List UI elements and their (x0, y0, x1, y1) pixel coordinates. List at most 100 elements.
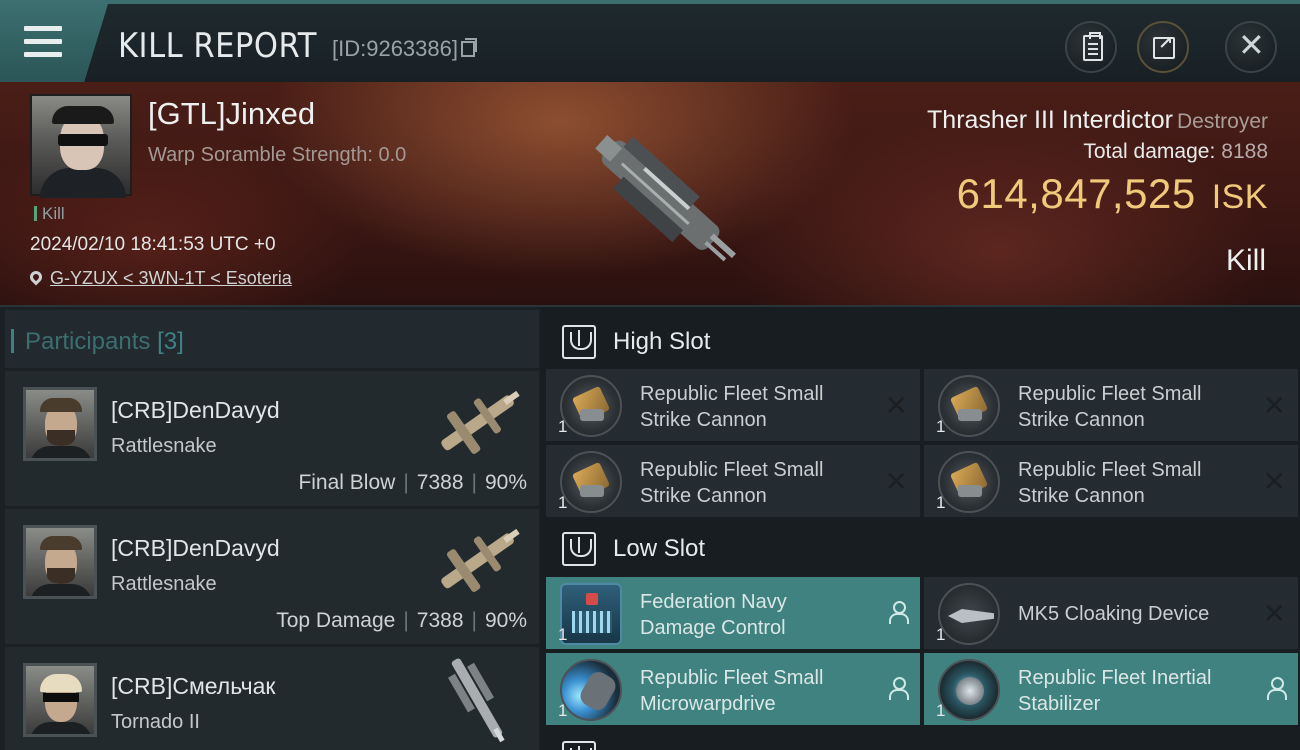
module-item[interactable]: 1 Republic Fleet Inertial Stabilizer (924, 653, 1298, 725)
participants-title-text: Participants (25, 328, 151, 355)
ship-class: Destroyer (1176, 110, 1268, 133)
isk-unit: ISK (1211, 178, 1268, 216)
total-damage-label: Total damage: (1083, 140, 1216, 163)
participant-avatar[interactable]: ★ (23, 663, 97, 737)
participant-ship: Rattlesnake (111, 573, 217, 595)
kill-result-label: Kill (1225, 244, 1266, 277)
module-item[interactable]: 1 Republic Fleet Small Strike Cannon ✕ (924, 369, 1298, 441)
module-item[interactable]: 1 MK5 Cloaking Device ✕ (924, 577, 1298, 649)
mid-slot-header (546, 729, 1298, 750)
participant-ship-image (441, 390, 520, 454)
module-item[interactable]: 1 Republic Fleet Small Strike Cannon ✕ (546, 369, 920, 441)
participant-role: Final Blow (298, 471, 396, 494)
strike-cannon-icon (560, 375, 622, 437)
victim-ship-type: Thrasher III Interdictor Destroyer (927, 106, 1268, 135)
participant-name: [CRB]Смельчак (111, 673, 276, 699)
module-name: MK5 Cloaking Device (1018, 603, 1210, 625)
destroyed-x-icon: ✕ (884, 466, 908, 497)
high-slot-header: High Slot (546, 313, 1298, 371)
strike-cannon-icon (938, 451, 1000, 513)
total-damage-value: 8188 (1221, 140, 1268, 163)
mid-slot-icon (562, 741, 596, 750)
clipboard-icon (1083, 32, 1103, 61)
victim-name[interactable]: [GTL]Jinxed (148, 96, 315, 132)
fitting-panel: High Slot 1 Republic Fleet Small Strike C… (541, 307, 1300, 750)
dropped-person-icon (888, 601, 909, 624)
participant-row[interactable]: i [CRB]DenDavyd Rattlesnake Final Blow|7… (5, 371, 539, 506)
participant-name: [CRB]DenDavyd (111, 535, 280, 561)
module-name: Republic Fleet Small Strike Cannon (1018, 459, 1202, 507)
damage-control-icon (560, 583, 622, 645)
module-quantity: 1 (558, 493, 568, 512)
module-name: Republic Fleet Small Strike Cannon (640, 459, 824, 507)
participants-header: Participants [3] (5, 310, 539, 368)
module-quantity: 1 (936, 625, 946, 644)
participant-ship-image (448, 658, 505, 743)
dropped-person-icon (888, 677, 909, 700)
participant-ship: Rattlesnake (111, 435, 217, 457)
participants-title: Participants [3] (11, 328, 184, 356)
ship-name[interactable]: Thrasher III Interdictor (927, 106, 1173, 134)
participant-name: [CRB]DenDavyd (111, 397, 280, 423)
victim-avatar[interactable] (30, 94, 132, 198)
isk-amount: 614,847,525 (956, 170, 1196, 217)
participant-avatar[interactable]: i (23, 387, 97, 461)
participant-damage: 7388 (416, 471, 464, 494)
participant-row[interactable]: ★ [CRB]Смельчак Tornado II (5, 647, 539, 750)
participant-avatar[interactable]: i (23, 525, 97, 599)
victim-summary: [GTL]Jinxed Warp Soramble Strength: 0.0 … (0, 82, 1300, 307)
module-name: Republic Fleet Inertial Stabilizer (1018, 667, 1212, 715)
participant-row[interactable]: i [CRB]DenDavyd Rattlesnake Top Damage|7… (5, 509, 539, 644)
participants-count: [3] (157, 328, 184, 355)
participant-percent: 90% (484, 609, 527, 632)
low-slot-header: Low Slot (546, 520, 1298, 578)
module-quantity: 1 (558, 625, 568, 644)
destroyed-x-icon: ✕ (884, 390, 908, 421)
high-slot-title: High Slot (613, 328, 711, 355)
victim-ship-image (595, 135, 736, 262)
kill-location: G-YZUX < 3WN-1T < Esoteria (27, 268, 292, 289)
module-item[interactable]: 1 Federation Navy Damage Control (546, 577, 920, 649)
strike-cannon-icon (560, 451, 622, 513)
hamburger-menu-icon[interactable] (24, 26, 62, 58)
kill-datetime: 2024/02/10 18:41:53 UTC +0 (30, 234, 276, 255)
module-name: Republic Fleet Small Microwarpdrive (640, 667, 824, 715)
total-damage: Total damage: 8188 (1083, 140, 1268, 164)
share-button[interactable] (1137, 21, 1189, 73)
warp-scramble-strength: Warp Soramble Strength: 0.0 (148, 144, 407, 166)
module-quantity: 1 (936, 493, 946, 512)
dropped-person-icon (1266, 677, 1287, 700)
module-quantity: 1 (936, 417, 946, 436)
module-item[interactable]: 1 Republic Fleet Small Strike Cannon ✕ (546, 445, 920, 517)
kill-tag: Kill (34, 204, 65, 224)
location-link[interactable]: G-YZUX < 3WN-1T < Esoteria (50, 268, 292, 288)
module-name: Republic Fleet Small Strike Cannon (1018, 383, 1202, 431)
share-icon (1153, 33, 1175, 59)
module-item[interactable]: 1 Republic Fleet Small Strike Cannon ✕ (924, 445, 1298, 517)
close-button[interactable]: ✕ (1225, 21, 1277, 73)
module-quantity: 1 (936, 701, 946, 720)
kill-id: [ID:9263386] (332, 36, 477, 62)
location-pin-icon (27, 268, 45, 286)
participant-ship: Tornado II (111, 711, 200, 733)
clipboard-button[interactable] (1065, 21, 1117, 73)
participant-percent: 90% (484, 471, 527, 494)
module-item[interactable]: 1 Republic Fleet Small Microwarpdrive (546, 653, 920, 725)
menu-tab[interactable] (0, 4, 108, 82)
page-title: KILL REPORT (118, 26, 317, 66)
destroyed-x-icon: ✕ (1262, 390, 1286, 421)
participant-stats: Top Damage | 7388 | 90% (276, 609, 527, 632)
low-slot-title: Low Slot (613, 535, 706, 562)
participants-panel: Participants [3] i [CRB]DenDavyd Rattles… (0, 307, 541, 750)
strike-cannon-icon (938, 375, 1000, 437)
participant-stats: Final Blow | 7388 | 90% (298, 471, 527, 494)
high-slot-icon (562, 325, 596, 359)
inertial-stabilizer-icon (938, 659, 1000, 721)
header-bar: KILL REPORT [ID:9263386] ✕ (0, 0, 1300, 82)
kill-id-text: [ID:9263386] (332, 36, 458, 61)
participant-ship-image (441, 528, 520, 592)
destroyed-x-icon: ✕ (1262, 466, 1286, 497)
participant-damage: 7388 (416, 609, 464, 632)
copy-icon[interactable] (460, 38, 477, 57)
microwarpdrive-icon (560, 659, 622, 721)
